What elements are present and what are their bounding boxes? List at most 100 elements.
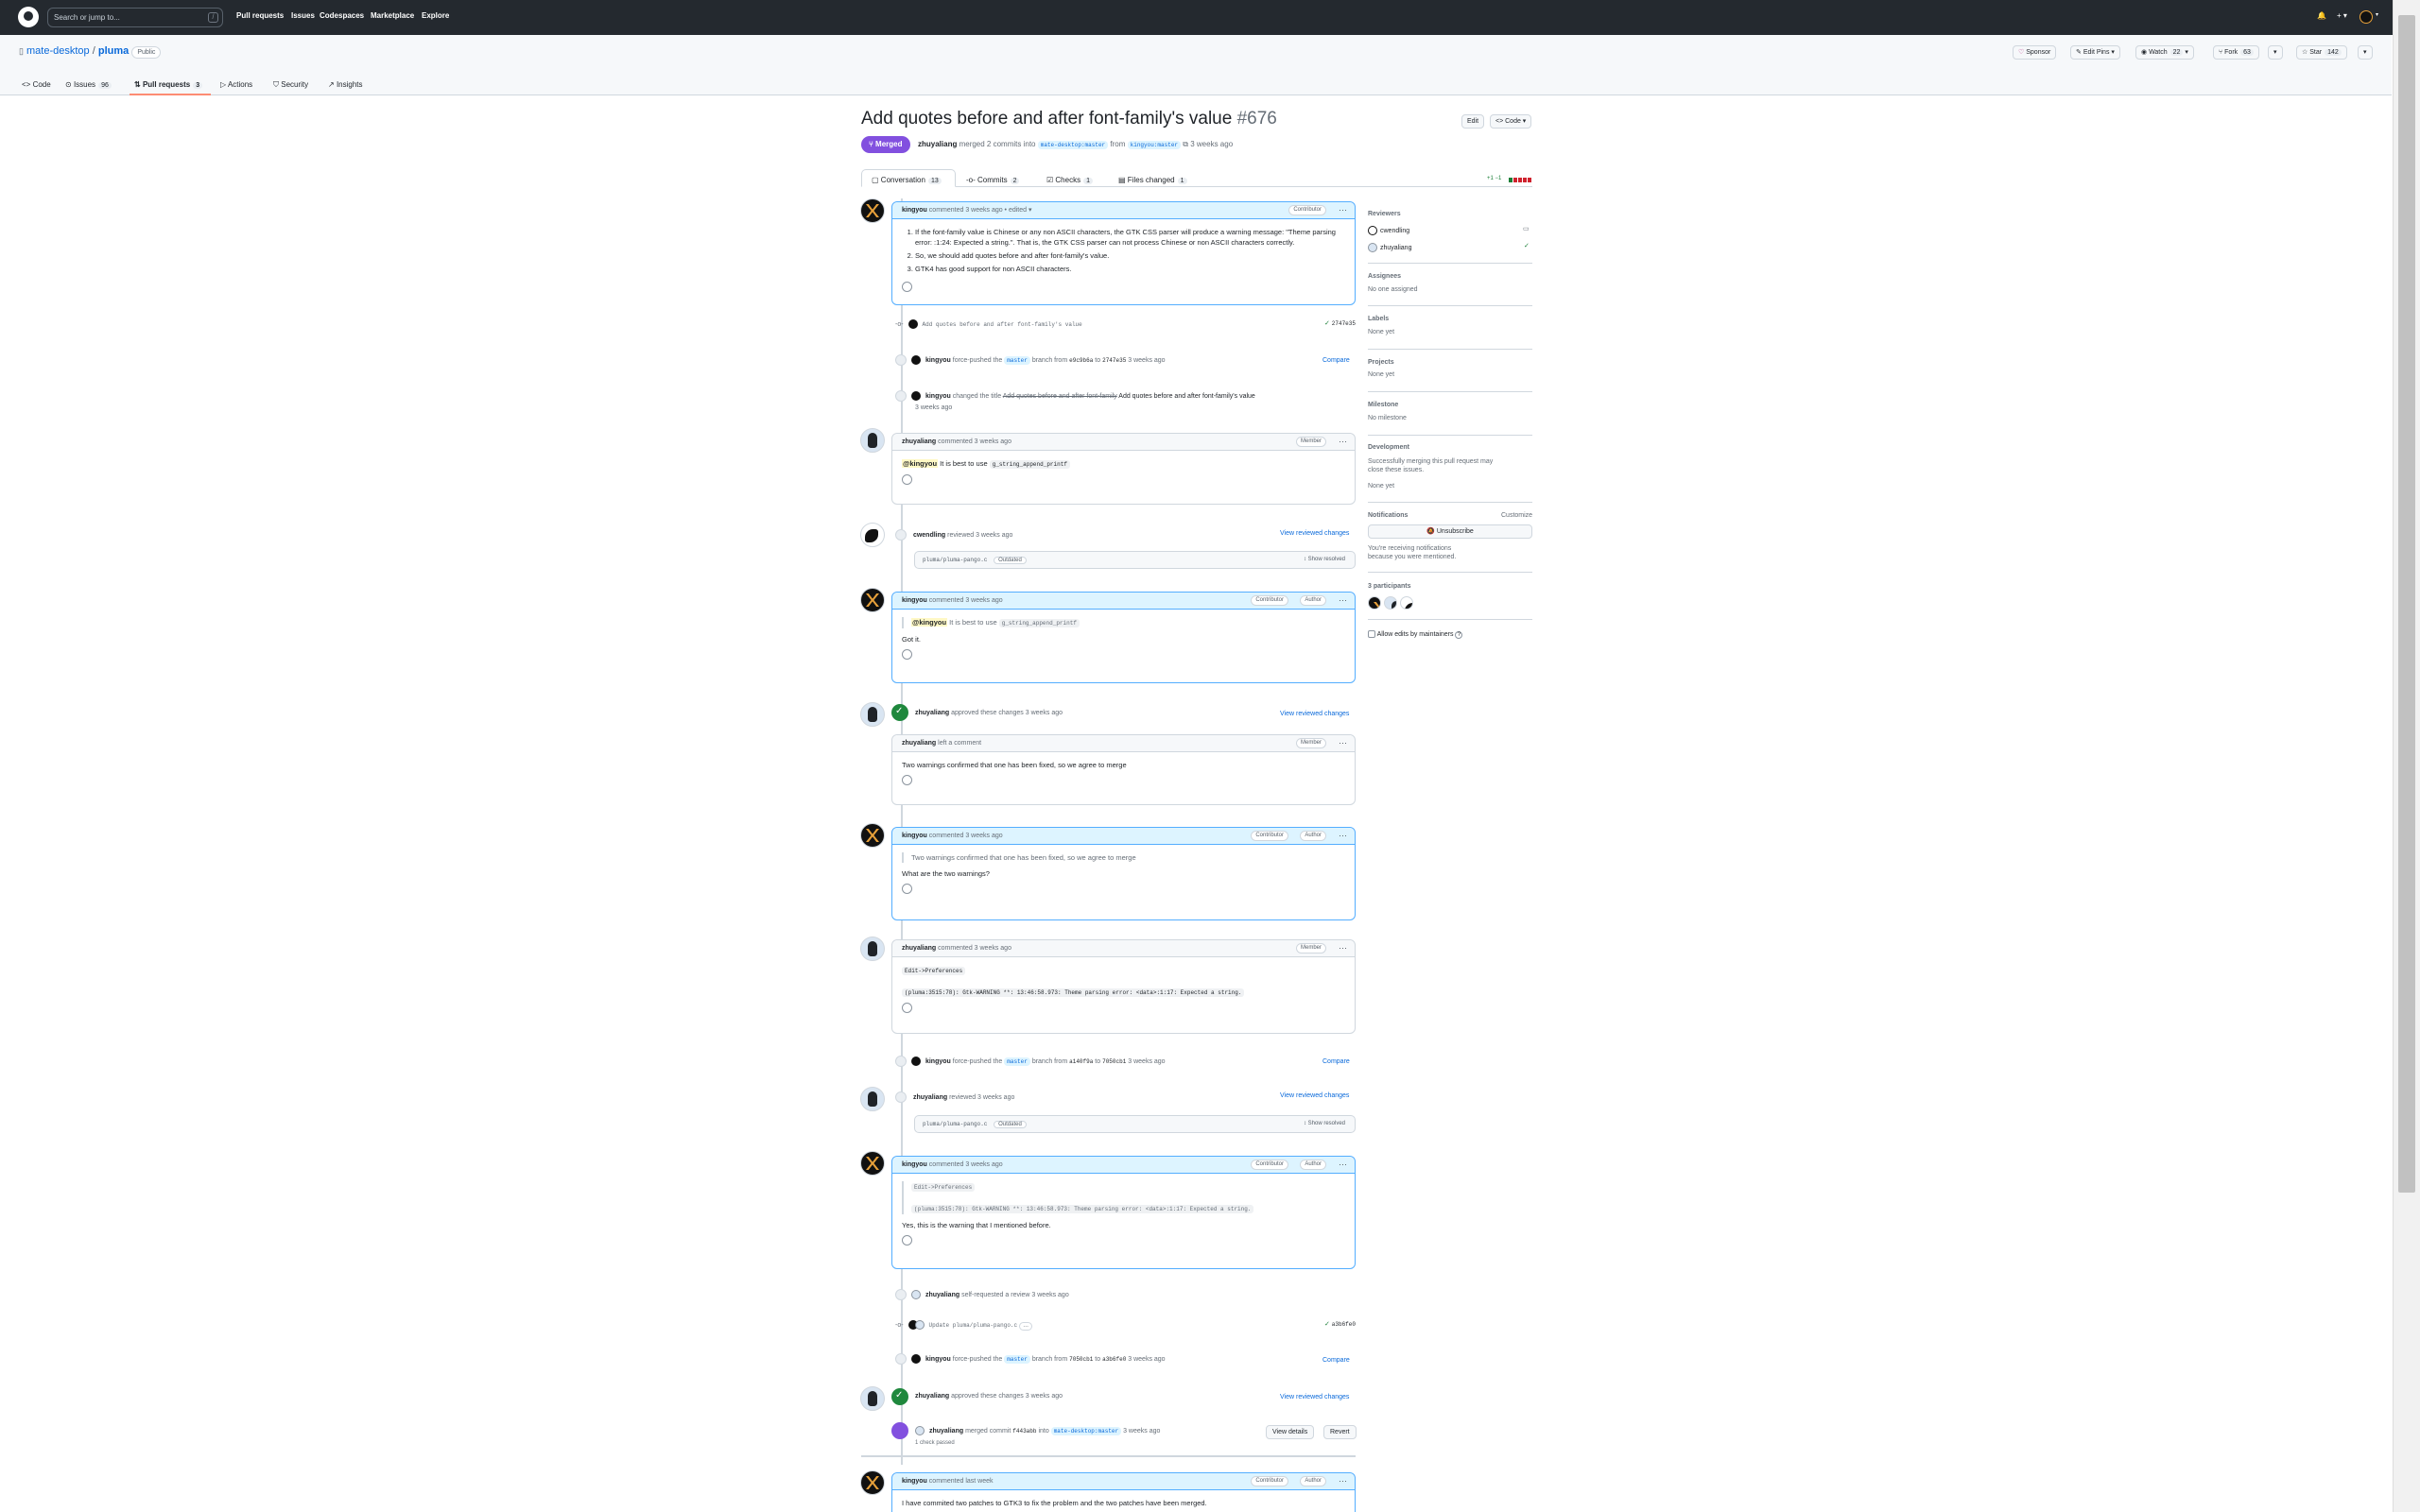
scrollbar-thumb[interactable] — [2398, 15, 2415, 1193]
add-reaction-icon[interactable] — [902, 282, 912, 292]
edit-title-button[interactable]: Edit — [1461, 114, 1485, 129]
avatar[interactable] — [860, 936, 885, 961]
repo-owner-link[interactable]: mate-desktop — [26, 45, 90, 57]
tab-security[interactable]: ⛉ Security — [273, 80, 308, 90]
user-mention[interactable]: @kingyou — [911, 618, 948, 627]
notifications-bell-icon[interactable]: 🔔 — [2317, 11, 2326, 20]
more-options-icon[interactable]: ⋯ — [1339, 735, 1347, 751]
github-logo-icon[interactable] — [18, 7, 39, 27]
reviewer-name[interactable]: cwendling — [1380, 228, 1409, 234]
assignees-heading[interactable]: Assignees — [1368, 273, 1401, 280]
show-resolved-button[interactable]: ↕ Show resolved — [1304, 1116, 1345, 1132]
labels-heading[interactable]: Labels — [1368, 316, 1389, 322]
comment-author[interactable]: kingyou — [902, 833, 927, 839]
development-heading[interactable]: Development — [1368, 444, 1409, 451]
create-new-plus-icon[interactable]: + ▾ — [2337, 11, 2347, 20]
user-avatar[interactable] — [2360, 10, 2373, 24]
pr-tab-files-changed[interactable]: ▤ Files changed 1 — [1118, 176, 1187, 184]
reviewer-item[interactable]: cwendling — [1368, 226, 1409, 235]
commit-sha[interactable]: e9c9b6a — [1069, 357, 1093, 364]
compare-link[interactable]: Compare — [1322, 357, 1350, 364]
star-button[interactable]: ☆ Star 142 — [2296, 45, 2347, 60]
repo-name-link[interactable]: pluma — [98, 45, 129, 57]
allow-edits-checkbox[interactable] — [1368, 630, 1375, 638]
comment-author[interactable]: zhuyaliang — [902, 438, 936, 445]
more-options-icon[interactable]: ⋯ — [1339, 1157, 1347, 1173]
copy-icon[interactable]: ⧉ — [1183, 140, 1188, 148]
user-menu-chevron-icon[interactable]: ▾ — [2376, 11, 2378, 18]
avatar[interactable] — [860, 1151, 885, 1176]
nav-explore[interactable]: Explore — [422, 11, 449, 20]
comment-author[interactable]: kingyou — [902, 597, 927, 604]
branch-name[interactable]: mate-desktop:master — [1050, 1427, 1122, 1435]
commit-sha[interactable]: 2747e35 — [1102, 357, 1126, 364]
comment-author[interactable]: kingyou — [902, 1161, 927, 1168]
comment-author[interactable]: kingyou — [902, 1478, 927, 1485]
edit-pins-button[interactable]: ✎ Edit Pins ▾ — [2070, 45, 2120, 60]
event-user[interactable]: kingyou — [925, 1356, 951, 1363]
tab-code[interactable]: <> Code — [22, 80, 51, 89]
avatar[interactable] — [860, 1386, 885, 1411]
commit-sha[interactable]: 2747e35 — [1332, 320, 1356, 327]
commit-sha[interactable]: a3b6fe0 — [1332, 1321, 1356, 1328]
branch-name[interactable]: master — [1004, 1057, 1030, 1066]
avatar[interactable] — [860, 823, 885, 848]
participant-avatar[interactable] — [1368, 596, 1381, 610]
star-dropdown-button[interactable]: ▾ — [2358, 45, 2373, 60]
more-options-icon[interactable]: ⋯ — [1339, 434, 1347, 450]
user-mention[interactable]: @kingyou — [902, 459, 939, 468]
view-reviewed-changes-link[interactable]: View reviewed changes — [1280, 530, 1349, 537]
reviewer-name[interactable]: zhuyaliang — [1380, 245, 1411, 251]
more-options-icon[interactable]: ⋯ — [1339, 202, 1347, 218]
pr-tab-commits[interactable]: -o- Commits 2 — [966, 176, 1020, 184]
tab-pull-requests[interactable]: ⇅ Pull requests 3 — [134, 80, 203, 89]
commit-sha[interactable]: 7050cb1 — [1102, 1058, 1126, 1065]
search-input[interactable]: Search or jump to... / — [47, 8, 223, 27]
event-user[interactable]: zhuyaliang — [915, 710, 949, 716]
event-user[interactable]: zhuyaliang — [915, 1393, 949, 1400]
avatar[interactable] — [860, 702, 885, 727]
nav-codespaces[interactable]: Codespaces — [320, 11, 364, 20]
view-reviewed-changes-link[interactable]: View reviewed changes — [1280, 711, 1349, 717]
event-user[interactable]: kingyou — [925, 393, 951, 400]
pr-tab-conversation[interactable]: ▢ Conversation 13 — [872, 176, 942, 184]
more-options-icon[interactable]: ⋯ — [1339, 940, 1347, 956]
event-user[interactable]: zhuyaliang — [925, 1292, 959, 1298]
commit-sha[interactable]: 7050cb1 — [1069, 1356, 1093, 1363]
add-reaction-icon[interactable] — [902, 775, 912, 785]
code-dropdown-button[interactable]: <> Code ▾ — [1490, 114, 1532, 129]
comment-author[interactable]: kingyou — [902, 207, 927, 214]
fork-dropdown-button[interactable]: ▾ — [2268, 45, 2283, 60]
tab-issues[interactable]: ⊙ Issues 96 — [65, 80, 112, 89]
commit-sha[interactable]: a140f9a — [1069, 1058, 1093, 1065]
add-reaction-icon[interactable] — [902, 1003, 912, 1013]
add-reaction-icon[interactable] — [902, 1235, 912, 1246]
review-file-box[interactable]: pluma/pluma-pango.c Outdated ↕ Show reso… — [914, 551, 1356, 569]
review-file-name[interactable]: pluma/pluma-pango.c — [923, 557, 987, 563]
compare-link[interactable]: Compare — [1322, 1058, 1350, 1065]
participant-avatar[interactable] — [1400, 596, 1413, 610]
avatar[interactable] — [860, 1470, 885, 1495]
avatar[interactable] — [860, 428, 885, 453]
checks-summary[interactable]: 1 check passed — [915, 1440, 955, 1446]
head-branch[interactable]: kingyou:master — [1127, 141, 1182, 149]
sponsor-button[interactable]: ♡ Sponsor — [2013, 45, 2057, 60]
compare-link[interactable]: Compare — [1322, 1357, 1350, 1364]
review-file-name[interactable]: pluma/pluma-pango.c — [923, 1121, 987, 1127]
comment-author[interactable]: zhuyaliang — [902, 740, 936, 747]
tab-insights[interactable]: ↗ Insights — [328, 80, 363, 89]
expand-commit-button[interactable]: … — [1019, 1321, 1033, 1331]
nav-issues[interactable]: Issues — [291, 11, 315, 20]
commit-message[interactable]: Add quotes before and after font-family'… — [923, 321, 1082, 328]
show-resolved-button[interactable]: ↕ Show resolved — [1304, 552, 1345, 568]
pr-merger[interactable]: zhuyaliang — [918, 140, 957, 148]
more-options-icon[interactable]: ⋯ — [1339, 828, 1347, 844]
milestone-heading[interactable]: Milestone — [1368, 402, 1398, 408]
view-reviewed-changes-link[interactable]: View reviewed changes — [1280, 1092, 1349, 1099]
unsubscribe-button[interactable]: 🔕 Unsubscribe — [1368, 524, 1532, 539]
reviewers-heading[interactable]: Reviewers — [1368, 211, 1401, 217]
page-scrollbar[interactable] — [2393, 0, 2420, 1512]
nav-marketplace[interactable]: Marketplace — [371, 11, 414, 20]
review-file-box[interactable]: pluma/pluma-pango.c Outdated ↕ Show reso… — [914, 1115, 1356, 1133]
add-reaction-icon[interactable] — [902, 649, 912, 660]
